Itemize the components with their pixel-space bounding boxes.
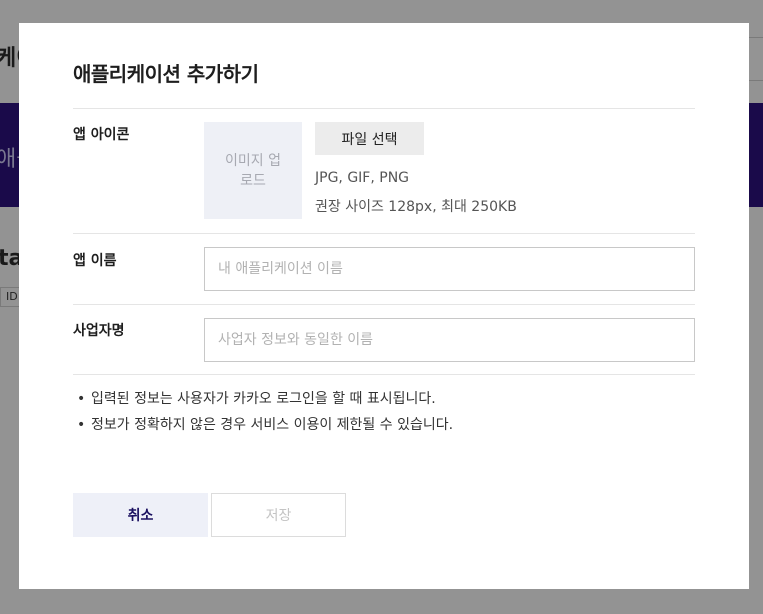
info-notes: 입력된 정보는 사용자가 카카오 로그인을 할 때 표시됩니다. 정보가 정확하… (77, 386, 453, 438)
add-application-modal: 애플리케이션 추가하기 앱 아이콘 이미지 업로드 파일 선택 JPG, GIF… (19, 23, 749, 589)
business-name-label: 사업자명 (73, 323, 125, 339)
app-name-input[interactable] (204, 247, 695, 291)
business-name-input[interactable] (204, 318, 695, 362)
save-button[interactable]: 저장 (211, 493, 346, 537)
file-size-hint: 권장 사이즈 128px, 최대 250KB (315, 199, 517, 215)
file-format-hint: JPG, GIF, PNG (315, 170, 410, 186)
info-note: 입력된 정보는 사용자가 카카오 로그인을 할 때 표시됩니다. (77, 386, 453, 412)
cancel-button[interactable]: 취소 (73, 493, 208, 537)
background-search-box (748, 37, 763, 81)
modal-title: 애플리케이션 추가하기 (73, 62, 259, 86)
divider (73, 304, 695, 305)
divider (73, 233, 695, 234)
image-upload-box[interactable]: 이미지 업로드 (204, 122, 302, 219)
app-icon-label: 앱 아이콘 (73, 127, 130, 143)
image-upload-text: 이미지 업로드 (225, 152, 281, 189)
file-select-button[interactable]: 파일 선택 (315, 122, 424, 155)
app-name-label: 앱 이름 (73, 253, 117, 269)
divider (73, 374, 695, 375)
info-note: 정보가 정확하지 않은 경우 서비스 이용이 제한될 수 있습니다. (77, 412, 453, 438)
divider (73, 108, 695, 109)
